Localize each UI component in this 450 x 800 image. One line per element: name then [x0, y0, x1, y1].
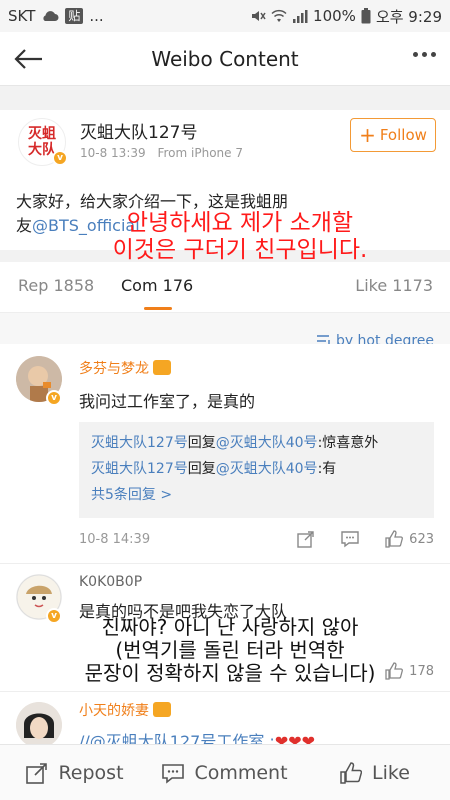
- post-tabs: Rep 1858 Com 176 Like 1173: [0, 262, 450, 312]
- back-arrow-icon: [14, 49, 42, 69]
- active-tab-indicator: [144, 307, 172, 310]
- comment-item: 小天的娇妻 //@灭蛆大队127号工作室 :❤❤❤: [0, 692, 450, 752]
- comment-list: v 多芬与梦龙 我问过工作室了，是真的 灭蛆大队127号回复@灭蛆大队40号:惊…: [0, 344, 450, 752]
- verified-badge-icon: v: [52, 150, 68, 166]
- signal-icon: [292, 9, 308, 23]
- comment-footer: 10-8 14:39 623: [79, 530, 434, 548]
- more-options-button[interactable]: [413, 52, 436, 57]
- repost-icon: [26, 762, 48, 784]
- battery-percent: 100%: [313, 7, 356, 25]
- replies-box[interactable]: 灭蛆大队127号回复@灭蛆大队40号:惊喜意外 灭蛆大队127号回复@灭蛆大队4…: [79, 422, 434, 518]
- tab-repost[interactable]: Rep 1858: [18, 276, 94, 295]
- comment-date: 10-8 14:39: [79, 531, 151, 547]
- post-text: 大家好，给大家介绍一下，这是我蛆朋 友@BTS_official 안녕하세요 제…: [0, 190, 450, 263]
- reply-line: 灭蛆大队127号回复@灭蛆大队40号:有: [91, 461, 337, 477]
- translation-overlay: 안녕하세요 제가 소개할 이것은 구더기 친구입니다.: [112, 210, 368, 263]
- bottom-action-bar: Repost Comment Like: [0, 744, 450, 800]
- nav-bar: Weibo Content: [0, 32, 450, 86]
- cloud-icon: [41, 10, 59, 22]
- reply-line: 灭蛆大队127号回复@灭蛆大队40号:惊喜意外: [91, 435, 379, 451]
- share-icon: [297, 531, 314, 548]
- tab-comment[interactable]: Com 176: [121, 276, 193, 295]
- comment-item: v K0K0B0P 是真的吗不是吧我失恋了大队 178 진짜야? 아니 난 사랑…: [0, 564, 450, 692]
- comment-text: 我问过工作室了，是真的: [79, 392, 256, 411]
- clock: 오후 9:29: [375, 7, 442, 26]
- member-crown-icon: [153, 360, 171, 375]
- commenter-name[interactable]: K0K0B0P: [79, 574, 142, 590]
- post-author-row: 灭蛆 大队 v 灭蛆大队127号 10-8 13:39 From iPhone …: [0, 110, 450, 190]
- app-notification-icon: 贴: [65, 8, 84, 24]
- translation-overlay: 진짜야? 아니 난 사랑하지 않아 (번역기를 돌린 터라 번역한 문장이 정확…: [84, 615, 376, 685]
- wifi-icon: [271, 9, 287, 23]
- thumbs-up-icon: [340, 761, 363, 784]
- like-count: 623: [409, 531, 434, 547]
- view-more-replies-link[interactable]: 共5条回复 >: [91, 482, 422, 508]
- reply-button[interactable]: [341, 530, 359, 548]
- carrier-label: SKT: [8, 7, 36, 25]
- thumbs-up-icon: [385, 530, 404, 548]
- like-post-button[interactable]: Like: [300, 762, 450, 784]
- battery-icon: [361, 8, 371, 24]
- commenter-name[interactable]: 小天的娇妻: [79, 700, 171, 720]
- comment-button[interactable]: Comment: [150, 762, 300, 784]
- post-meta: 10-8 13:39 From iPhone 7: [80, 146, 251, 160]
- mute-icon: [250, 8, 266, 24]
- weibo-post: 灭蛆 大队 v 灭蛆大队127号 10-8 13:39 From iPhone …: [0, 86, 450, 368]
- tab-like[interactable]: Like 1173: [355, 276, 433, 295]
- page-title: Weibo Content: [151, 46, 299, 71]
- commenter-avatar[interactable]: [16, 702, 62, 748]
- follow-button[interactable]: + Follow: [350, 118, 436, 152]
- more-notifications: ...: [89, 7, 104, 25]
- comment-item: v 多芬与梦龙 我问过工作室了，是真的 灭蛆大队127号回复@灭蛆大队40号:惊…: [0, 344, 450, 564]
- author-name[interactable]: 灭蛆大队127号: [80, 118, 197, 143]
- back-button[interactable]: [12, 44, 44, 74]
- member-crown-icon: [153, 702, 171, 717]
- post-source: From iPhone 7: [157, 146, 243, 160]
- commenter-name[interactable]: 多芬与梦龙: [79, 358, 171, 378]
- comment-icon: [341, 531, 359, 548]
- comment-icon: [162, 763, 185, 784]
- share-button[interactable]: [297, 530, 315, 548]
- post-date: 10-8 13:39: [80, 146, 146, 160]
- status-bar: SKT 贴 ... 100% 오후 9:29: [0, 0, 450, 32]
- plus-icon: +: [359, 123, 376, 147]
- verified-badge-icon: v: [46, 390, 62, 406]
- like-button[interactable]: 623: [385, 530, 434, 548]
- repost-button[interactable]: Repost: [0, 762, 150, 784]
